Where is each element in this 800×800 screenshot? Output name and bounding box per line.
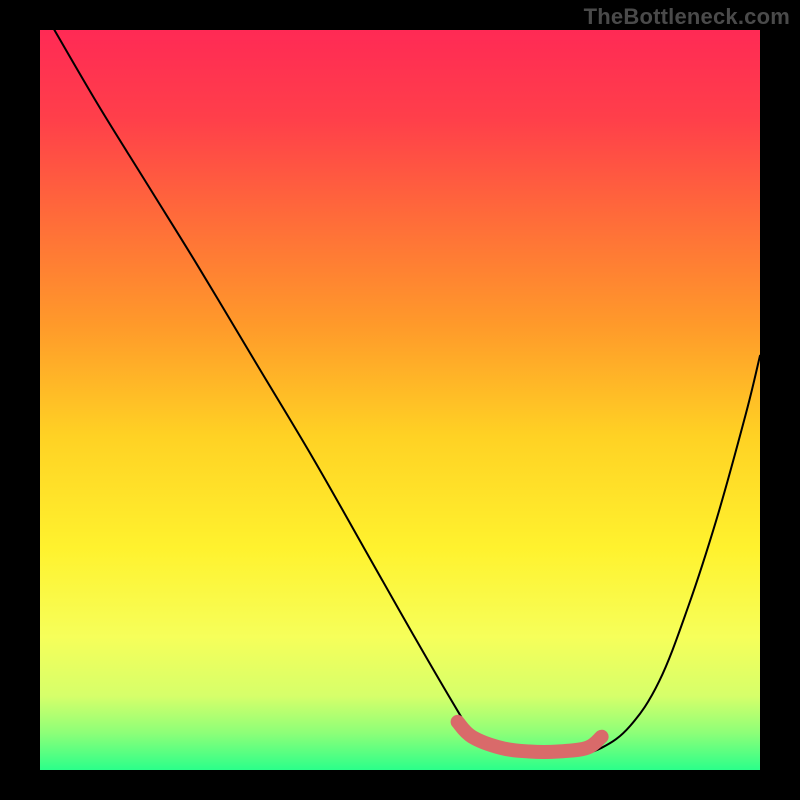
plot-area xyxy=(40,30,760,770)
chart-frame: TheBottleneck.com xyxy=(0,0,800,800)
chart-svg xyxy=(40,30,760,770)
watermark-text: TheBottleneck.com xyxy=(584,4,790,30)
gradient-background xyxy=(40,30,760,770)
